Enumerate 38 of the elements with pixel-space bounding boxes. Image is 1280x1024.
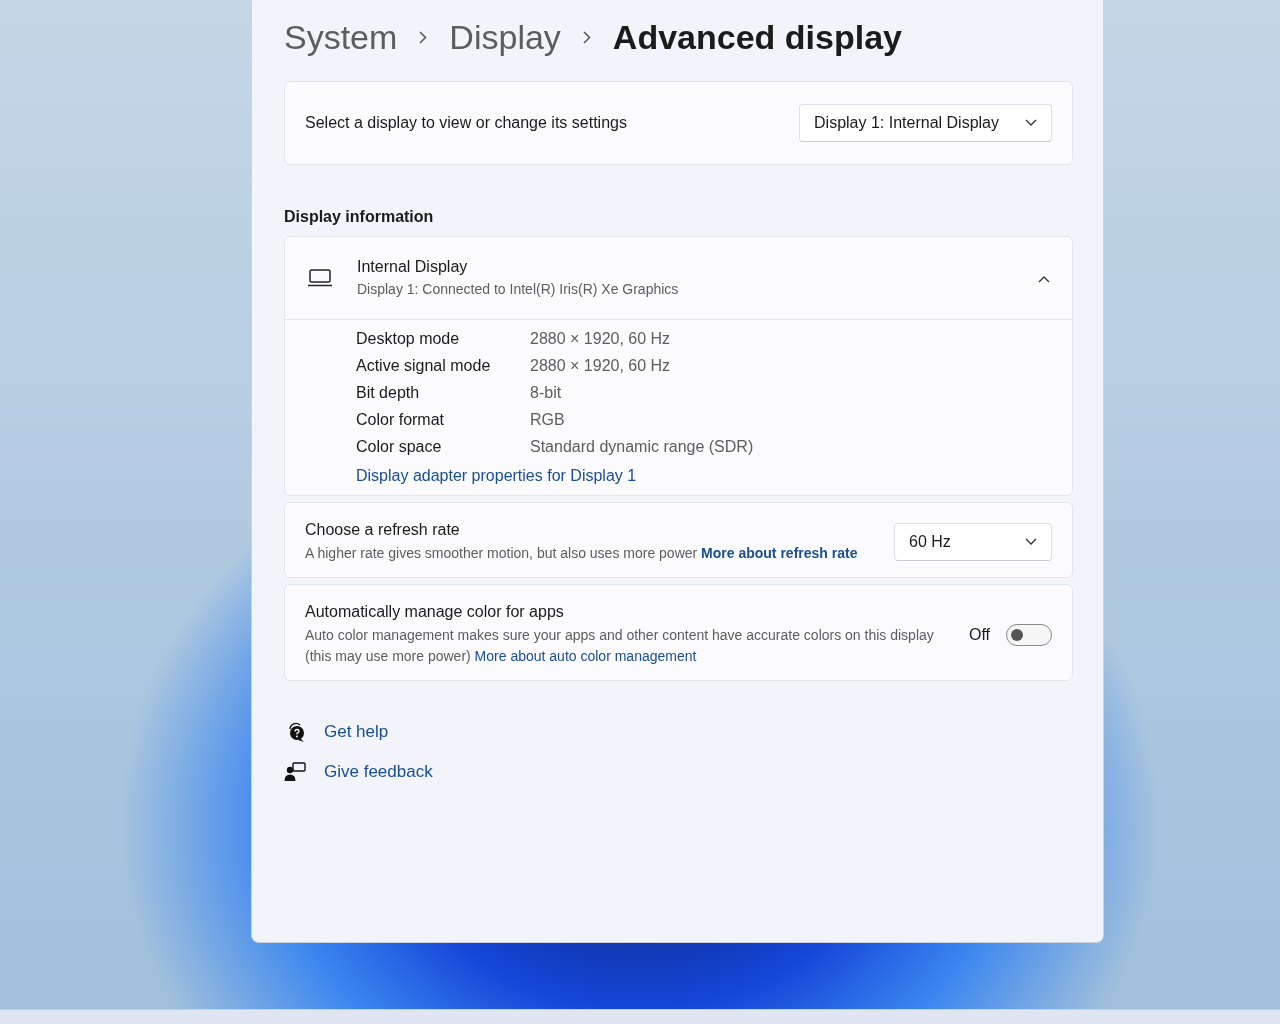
feedback-icon: [284, 760, 306, 783]
setting-description: Auto color management makes sure your apps and other content have accurate colors on this display (this may use more power) More about auto color management: [305, 626, 935, 666]
adapter-properties-link[interactable]: Display adapter properties for Display 1: [356, 467, 637, 484]
detail-value: RGB: [530, 411, 566, 429]
laptop-icon: [307, 269, 333, 287]
detail-value: Standard dynamic range (SDR): [530, 438, 755, 456]
breadcrumb-item: Advanced display: [612, 18, 902, 57]
setting-title: Choose a refresh rate: [305, 521, 461, 539]
help-link[interactable]: Get help: [324, 721, 389, 742]
chevron-up-icon: [1038, 275, 1050, 283]
help-link[interactable]: Give feedback: [324, 761, 433, 782]
breadcrumb-item[interactable]: Display: [449, 18, 561, 57]
detail-value: 2880 × 1920, 60 Hz: [530, 330, 672, 348]
display-info-header[interactable]: Internal Display Display 1: Connected to Intel(R) Iris(R) Xe Graphics: [285, 237, 1072, 320]
refresh-rate-dropdown[interactable]: 60 Hz: [894, 523, 1052, 562]
detail-value: 8-bit: [530, 384, 563, 402]
auto-color-link[interactable]: More about auto color management: [474, 647, 697, 664]
refresh-rate-link[interactable]: More about refresh rate: [701, 545, 858, 561]
chevron-down-icon: [1025, 538, 1037, 547]
display-dropdown[interactable]: Display 1: Internal Display: [799, 104, 1052, 142]
detail-value: 2880 × 1920, 60 Hz: [530, 357, 672, 375]
detail-label: Desktop mode: [356, 330, 461, 348]
detail-label: Color space: [356, 438, 443, 456]
chevron-right-icon: [582, 31, 591, 44]
breadcrumb-item[interactable]: System: [284, 18, 398, 57]
display-name: Internal Display: [357, 257, 469, 276]
chevron-down-icon: [1025, 119, 1037, 127]
setting-title: Automatically manage color for apps: [305, 603, 565, 622]
display-subtitle: Display 1: Connected to Intel(R) Iris(R) Xe Graphics: [357, 279, 680, 299]
detail-label: Color format: [356, 411, 446, 429]
detail-label: Bit depth: [356, 384, 421, 402]
chevron-right-icon: [419, 31, 428, 44]
toggle-switch[interactable]: [1006, 623, 1052, 646]
setting-label: Select a display to view or change its settings: [305, 114, 627, 132]
setting-description: A higher rate gives smoother motion, but also uses more power More about refresh rate: [305, 544, 859, 563]
toggle-state-label: Off: [968, 625, 990, 644]
section-heading: Display information: [284, 208, 435, 226]
detail-label: Active signal mode: [356, 357, 492, 375]
